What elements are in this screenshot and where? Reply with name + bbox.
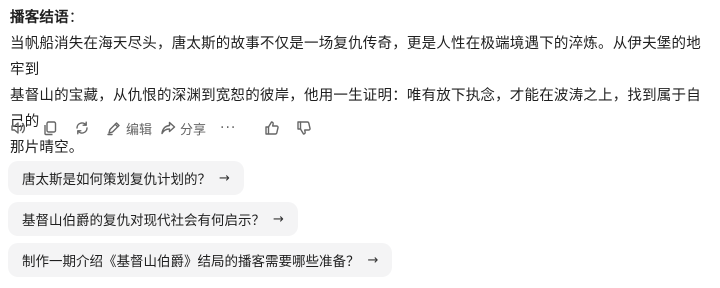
arrow-right-icon: → (219, 170, 230, 186)
edit-icon (106, 120, 122, 136)
more-button[interactable]: ··· (220, 117, 264, 139)
message-toolbar: 编辑 分享 ··· (10, 117, 328, 139)
speaker-icon (10, 120, 26, 136)
suggestion-text: 基督山伯爵的复仇对现代社会有何启示？ (22, 213, 265, 229)
regenerate-button[interactable] (74, 117, 106, 139)
suggestion-chip-1[interactable]: 唐太斯是如何策划复仇计划的？ → (8, 161, 244, 195)
thumbs-up-icon (264, 120, 280, 136)
read-aloud-button[interactable] (10, 117, 42, 139)
answer-heading-line: 播客结语： (10, 5, 714, 31)
share-button[interactable]: 分享 (160, 117, 220, 139)
dislike-button[interactable] (296, 117, 328, 139)
arrow-right-icon: → (273, 211, 284, 227)
copy-button[interactable] (42, 117, 74, 139)
thumbs-down-icon (296, 120, 312, 136)
more-icon: ··· (220, 120, 237, 136)
answer-heading: 播客结语 (10, 10, 69, 26)
suggestion-text: 唐太斯是如何策划复仇计划的？ (22, 172, 211, 188)
share-icon (160, 120, 176, 136)
suggestion-text: 制作一期介绍《基督山伯爵》结局的播客需要哪些准备？ (22, 254, 360, 270)
refresh-icon (74, 120, 90, 136)
edit-label: 编辑 (126, 122, 153, 138)
like-button[interactable] (264, 117, 296, 139)
suggestion-chip-2[interactable]: 基督山伯爵的复仇对现代社会有何启示？ → (8, 202, 298, 236)
copy-icon (42, 120, 58, 136)
suggestion-chip-3[interactable]: 制作一期介绍《基督山伯爵》结局的播客需要哪些准备？ → (8, 243, 393, 277)
answer-line-1: 当帆船消失在海天尽头，唐太斯的故事不仅是一场复仇传奇，更是人性在极端境遇下的淬炼… (10, 36, 701, 78)
arrow-right-icon: → (367, 252, 379, 268)
edit-button[interactable]: 编辑 (106, 117, 160, 139)
share-label: 分享 (180, 122, 207, 138)
suggested-questions: 唐太斯是如何策划复仇计划的？ → 基督山伯爵的复仇对现代社会有何启示？ → 制作… (8, 161, 393, 284)
answer-heading-colon: ： (68, 10, 84, 26)
